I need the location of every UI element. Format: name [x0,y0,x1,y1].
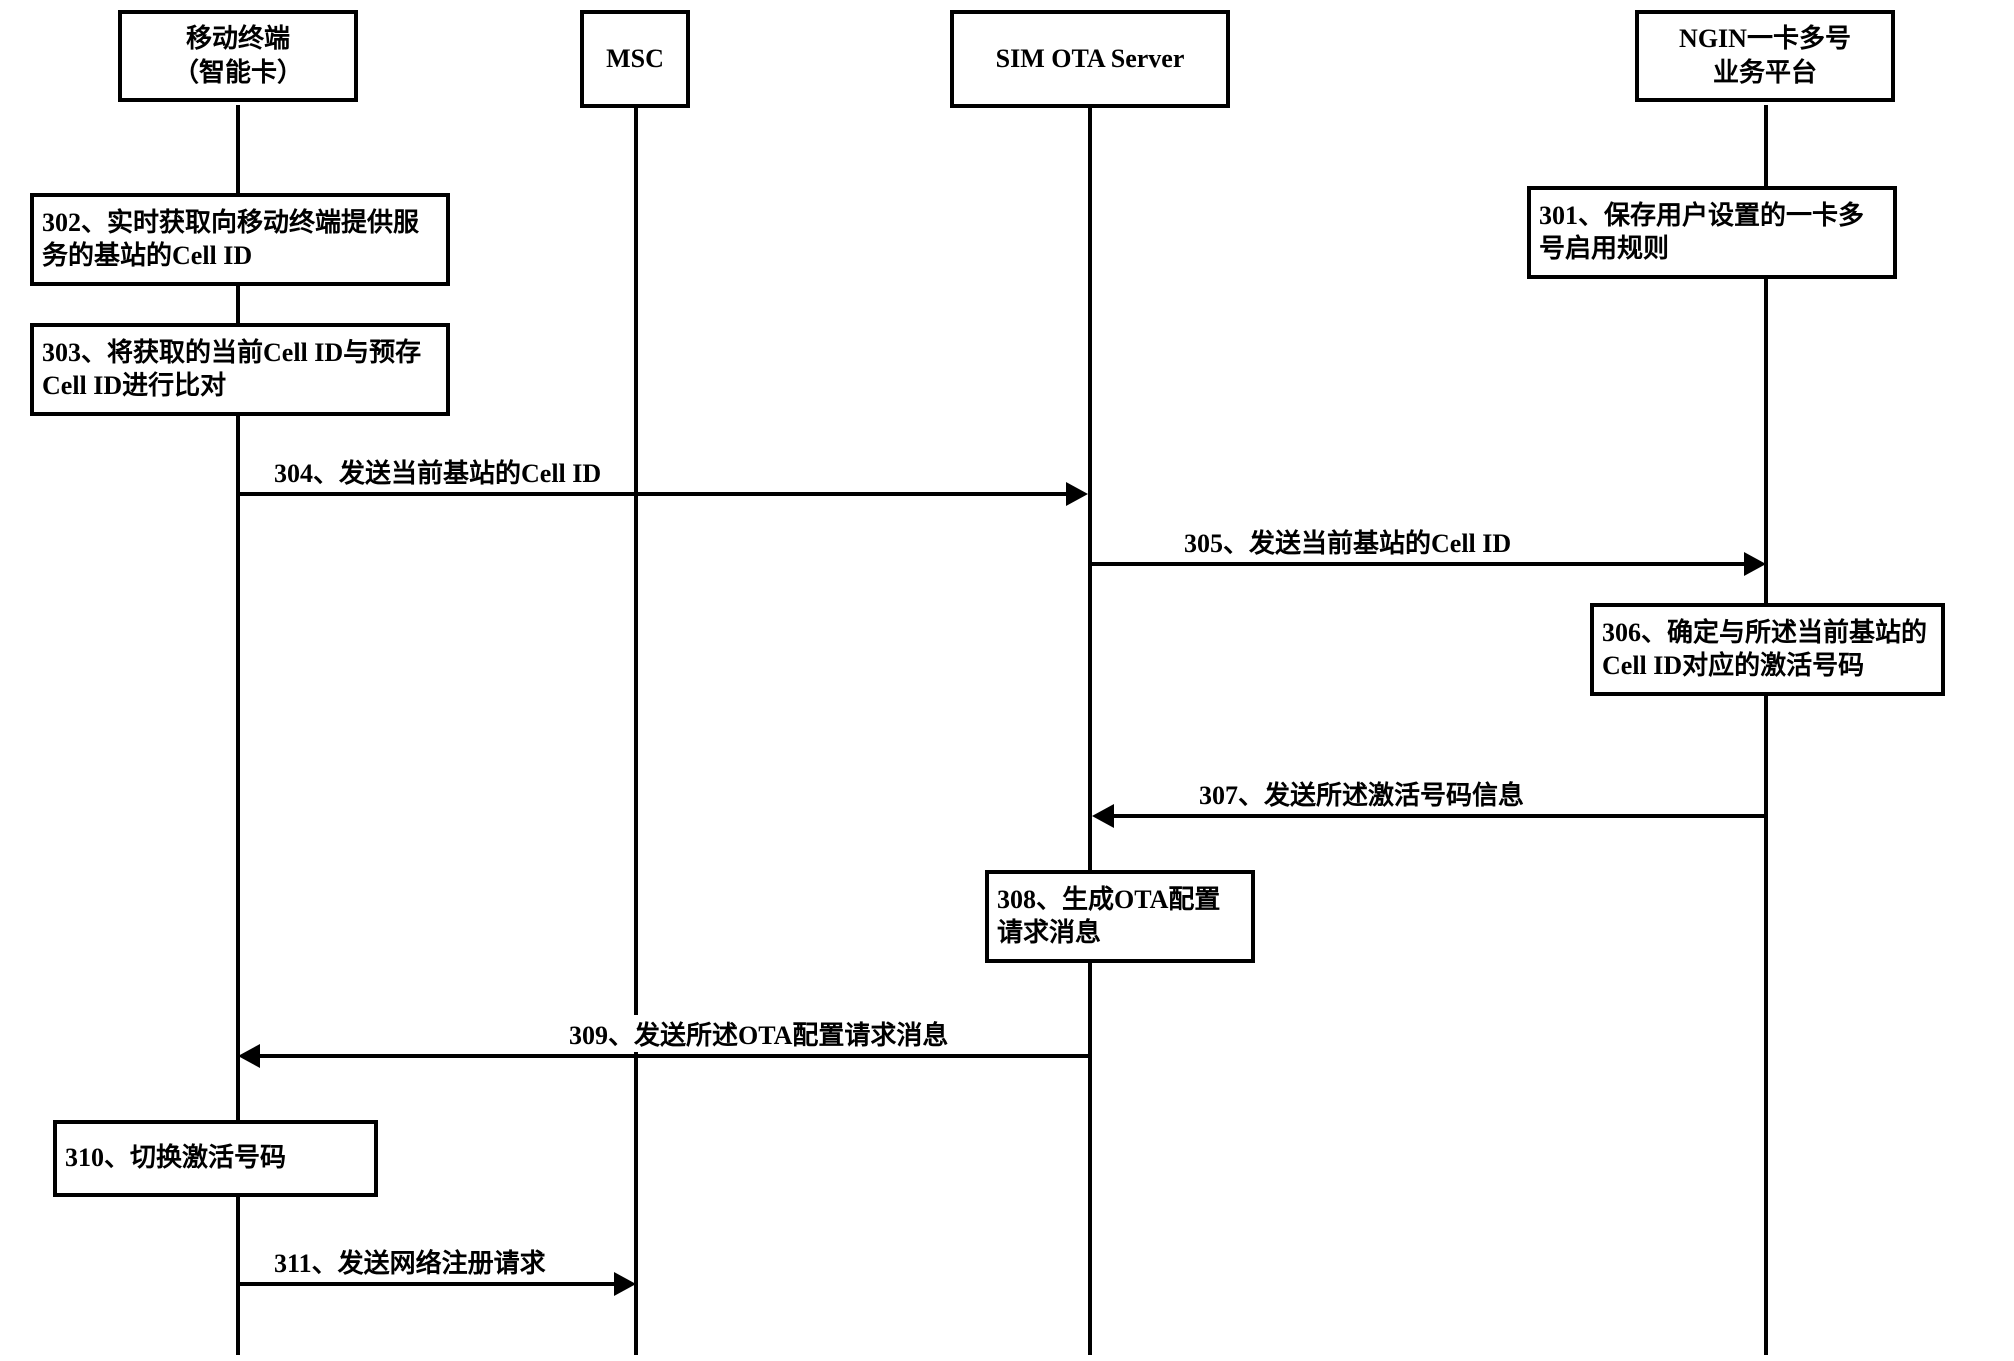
lifeline-p3 [1088,105,1092,1355]
step-310: 310、切换激活号码 [53,1120,378,1197]
message-309-arrowhead [238,1044,260,1068]
message-311-label: 311、发送网络注册请求 [270,1243,550,1280]
step-text: 302、实时获取向移动终端提供服务的基站的Cell ID [42,208,419,270]
message-307-arrowhead [1092,804,1114,828]
step-301: 301、保存用户设置的一卡多号启用规则 [1527,186,1897,279]
step-text: 301、保存用户设置的一卡多号启用规则 [1539,201,1864,263]
participant-label-line2: （智能卡） [128,56,348,90]
participant-msc: MSC [580,10,690,108]
message-305-arrowhead [1744,552,1766,576]
participant-label: SIM OTA Server [996,44,1185,73]
lifeline-p4 [1764,105,1768,1355]
message-304-label: 304、发送当前基站的Cell ID [270,453,605,490]
step-303: 303、将获取的当前Cell ID与预存Cell ID进行比对 [30,323,450,416]
message-304-line [240,492,1066,496]
message-311-line [240,1282,616,1286]
step-306: 306、确定与所述当前基站的Cell ID对应的激活号码 [1590,603,1945,696]
participant-mobile-terminal: 移动终端 （智能卡） [118,10,358,102]
sequence-diagram: 移动终端 （智能卡） MSC SIM OTA Server NGIN一卡多号 业… [0,0,2014,1361]
participant-label-line1: 移动终端 [128,22,348,56]
step-text: 303、将获取的当前Cell ID与预存Cell ID进行比对 [42,338,421,400]
step-text: 310、切换激活号码 [65,1143,286,1172]
step-text: 306、确定与所述当前基站的Cell ID对应的激活号码 [1602,618,1927,680]
message-309-line [260,1054,1090,1058]
participant-label-line1: NGIN一卡多号 [1645,22,1885,56]
message-311-arrowhead [614,1272,636,1296]
message-305-label: 305、发送当前基站的Cell ID [1180,523,1515,560]
message-304-arrowhead [1066,482,1088,506]
step-308: 308、生成OTA配置请求消息 [985,870,1255,963]
lifeline-p2 [634,105,638,1355]
participant-sim-ota-server: SIM OTA Server [950,10,1230,108]
participant-label-line2: 业务平台 [1645,56,1885,90]
message-307-line [1113,814,1766,818]
message-305-line [1092,562,1746,566]
message-309-label: 309、发送所述OTA配置请求消息 [565,1015,952,1052]
step-302: 302、实时获取向移动终端提供服务的基站的Cell ID [30,193,450,286]
participant-ngin-platform: NGIN一卡多号 业务平台 [1635,10,1895,102]
participant-label: MSC [606,44,664,73]
step-text: 308、生成OTA配置请求消息 [997,885,1220,947]
message-307-label: 307、发送所述激活号码信息 [1195,775,1528,812]
